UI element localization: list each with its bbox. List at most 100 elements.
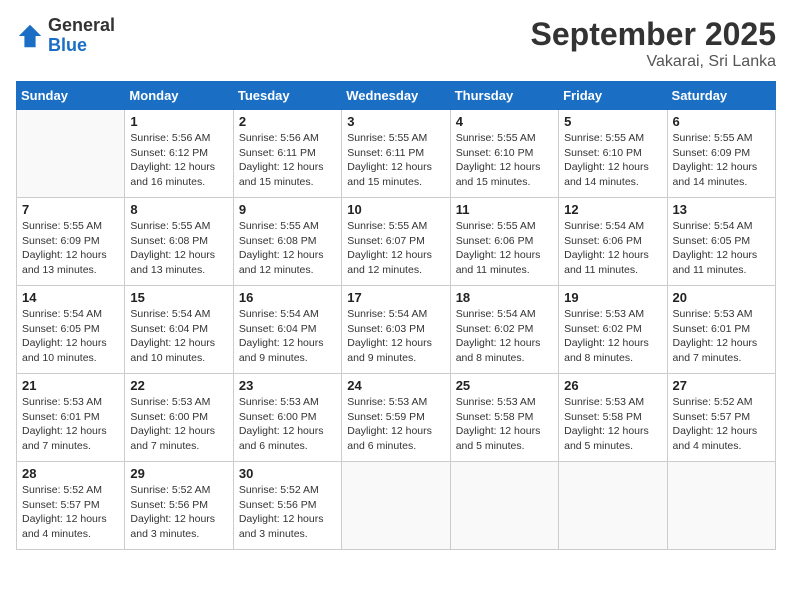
day-info: Sunrise: 5:54 AM Sunset: 6:04 PM Dayligh… — [130, 307, 227, 366]
calendar-cell: 26Sunrise: 5:53 AM Sunset: 5:58 PM Dayli… — [559, 374, 667, 462]
day-number: 21 — [22, 378, 119, 393]
calendar-cell — [17, 110, 125, 198]
calendar-cell: 27 Sunrise: 5:52 AM Sunset: 5:57 PM Dayli… — [667, 374, 775, 462]
week-row-1: 7 Sunrise: 5:55 AM Sunset: 6:09 PM Daylig… — [17, 198, 776, 286]
weekday-header-sunday: Sunday — [17, 82, 125, 110]
day-number: 13 — [673, 202, 770, 217]
day-info: Sunrise: 5:55 AM Sunset: 6:10 PM Dayligh… — [564, 131, 661, 190]
week-row-4: 28 Sunrise: 5:52 AM Sunset: 5:57 PM Dayli… — [17, 462, 776, 550]
day-info: Sunrise: 5:54 AM Sunset: 6:03 PM Dayligh… — [347, 307, 444, 366]
day-number: 11 — [456, 202, 553, 217]
title-area: September 2025 Vakarai, Sri Lanka — [531, 16, 776, 71]
logo-text: General Blue — [48, 16, 115, 56]
day-number: 7 — [22, 202, 119, 217]
calendar-cell: 11 Sunrise: 5:55 AM Sunset: 6:06 PM Dayli… — [450, 198, 558, 286]
calendar-cell: 4 Sunrise: 5:55 AM Sunset: 6:10 PM Daylig… — [450, 110, 558, 198]
day-number: 29 — [130, 466, 227, 481]
day-info: Sunrise: 5:55 AM Sunset: 6:09 PM Dayligh… — [22, 219, 119, 278]
calendar-cell: 13 Sunrise: 5:54 AM Sunset: 6:05 PM Dayli… — [667, 198, 775, 286]
day-number: 27 — [673, 378, 770, 393]
day-number: 9 — [239, 202, 336, 217]
calendar-cell: 24 Sunrise: 5:53 AM Sunset: 5:59 PM Dayli… — [342, 374, 450, 462]
calendar-cell: 2Sunrise: 5:56 AM Sunset: 6:11 PM Daylig… — [233, 110, 341, 198]
day-number: 14 — [22, 290, 119, 305]
day-info: Sunrise: 5:54 AM Sunset: 6:04 PM Dayligh… — [239, 307, 336, 366]
day-info: Sunrise: 5:52 AM Sunset: 5:56 PM Dayligh… — [239, 483, 336, 542]
calendar-cell: 30Sunrise: 5:52 AM Sunset: 5:56 PM Dayli… — [233, 462, 341, 550]
day-number: 8 — [130, 202, 227, 217]
calendar-cell: 21Sunrise: 5:53 AM Sunset: 6:01 PM Dayli… — [17, 374, 125, 462]
calendar-cell — [450, 462, 558, 550]
calendar-cell: 28 Sunrise: 5:52 AM Sunset: 5:57 PM Dayli… — [17, 462, 125, 550]
calendar-cell: 8 Sunrise: 5:55 AM Sunset: 6:08 PM Daylig… — [125, 198, 233, 286]
day-number: 16 — [239, 290, 336, 305]
header: General Blue September 2025 Vakarai, Sri… — [16, 16, 776, 71]
calendar-cell: 14 Sunrise: 5:54 AM Sunset: 6:05 PM Dayli… — [17, 286, 125, 374]
calendar-cell: 29 Sunrise: 5:52 AM Sunset: 5:56 PM Dayli… — [125, 462, 233, 550]
day-number: 5 — [564, 114, 661, 129]
location-title: Vakarai, Sri Lanka — [531, 53, 776, 71]
logo-icon — [16, 22, 44, 50]
day-number: 1 — [130, 114, 227, 129]
weekday-header-friday: Friday — [559, 82, 667, 110]
day-info: Sunrise: 5:54 AM Sunset: 6:05 PM Dayligh… — [22, 307, 119, 366]
day-info: Sunrise: 5:55 AM Sunset: 6:06 PM Dayligh… — [456, 219, 553, 278]
day-number: 24 — [347, 378, 444, 393]
day-info: Sunrise: 5:53 AM Sunset: 6:01 PM Dayligh… — [673, 307, 770, 366]
day-info: Sunrise: 5:55 AM Sunset: 6:08 PM Dayligh… — [130, 219, 227, 278]
day-info: Sunrise: 5:52 AM Sunset: 5:57 PM Dayligh… — [22, 483, 119, 542]
weekday-header-wednesday: Wednesday — [342, 82, 450, 110]
day-info: Sunrise: 5:54 AM Sunset: 6:02 PM Dayligh… — [456, 307, 553, 366]
calendar-cell: 23 Sunrise: 5:53 AM Sunset: 6:00 PM Dayli… — [233, 374, 341, 462]
day-info: Sunrise: 5:53 AM Sunset: 5:58 PM Dayligh… — [456, 395, 553, 454]
day-info: Sunrise: 5:55 AM Sunset: 6:09 PM Dayligh… — [673, 131, 770, 190]
weekday-header-row: SundayMondayTuesdayWednesdayThursdayFrid… — [17, 82, 776, 110]
day-info: Sunrise: 5:55 AM Sunset: 6:07 PM Dayligh… — [347, 219, 444, 278]
day-number: 28 — [22, 466, 119, 481]
calendar-cell: 1 Sunrise: 5:56 AM Sunset: 6:12 PM Daylig… — [125, 110, 233, 198]
calendar-cell: 20 Sunrise: 5:53 AM Sunset: 6:01 PM Dayli… — [667, 286, 775, 374]
day-info: Sunrise: 5:53 AM Sunset: 6:00 PM Dayligh… — [239, 395, 336, 454]
calendar-cell: 19 Sunrise: 5:53 AM Sunset: 6:02 PM Dayli… — [559, 286, 667, 374]
day-info: Sunrise: 5:53 AM Sunset: 6:02 PM Dayligh… — [564, 307, 661, 366]
week-row-3: 21Sunrise: 5:53 AM Sunset: 6:01 PM Dayli… — [17, 374, 776, 462]
calendar-cell: 12 Sunrise: 5:54 AM Sunset: 6:06 PM Dayli… — [559, 198, 667, 286]
calendar-cell — [342, 462, 450, 550]
day-number: 25 — [456, 378, 553, 393]
day-number: 23 — [239, 378, 336, 393]
week-row-0: 1 Sunrise: 5:56 AM Sunset: 6:12 PM Daylig… — [17, 110, 776, 198]
day-number: 15 — [130, 290, 227, 305]
day-info: Sunrise: 5:55 AM Sunset: 6:10 PM Dayligh… — [456, 131, 553, 190]
calendar-cell: 10Sunrise: 5:55 AM Sunset: 6:07 PM Dayli… — [342, 198, 450, 286]
day-number: 17 — [347, 290, 444, 305]
weekday-header-thursday: Thursday — [450, 82, 558, 110]
day-number: 22 — [130, 378, 227, 393]
logo: General Blue — [16, 16, 115, 56]
calendar-cell: 3 Sunrise: 5:55 AM Sunset: 6:11 PM Daylig… — [342, 110, 450, 198]
day-number: 3 — [347, 114, 444, 129]
calendar-cell: 25 Sunrise: 5:53 AM Sunset: 5:58 PM Dayli… — [450, 374, 558, 462]
calendar-cell: 5 Sunrise: 5:55 AM Sunset: 6:10 PM Daylig… — [559, 110, 667, 198]
weekday-header-saturday: Saturday — [667, 82, 775, 110]
weekday-header-tuesday: Tuesday — [233, 82, 341, 110]
day-number: 12 — [564, 202, 661, 217]
day-number: 20 — [673, 290, 770, 305]
day-info: Sunrise: 5:52 AM Sunset: 5:57 PM Dayligh… — [673, 395, 770, 454]
day-number: 19 — [564, 290, 661, 305]
calendar-cell: 22Sunrise: 5:53 AM Sunset: 6:00 PM Dayli… — [125, 374, 233, 462]
day-number: 6 — [673, 114, 770, 129]
day-info: Sunrise: 5:54 AM Sunset: 6:06 PM Dayligh… — [564, 219, 661, 278]
month-title: September 2025 — [531, 16, 776, 53]
day-info: Sunrise: 5:56 AM Sunset: 6:12 PM Dayligh… — [130, 131, 227, 190]
calendar-cell — [667, 462, 775, 550]
calendar-cell: 15 Sunrise: 5:54 AM Sunset: 6:04 PM Dayli… — [125, 286, 233, 374]
day-number: 4 — [456, 114, 553, 129]
day-info: Sunrise: 5:55 AM Sunset: 6:11 PM Dayligh… — [347, 131, 444, 190]
calendar-cell: 17 Sunrise: 5:54 AM Sunset: 6:03 PM Dayli… — [342, 286, 450, 374]
day-number: 2 — [239, 114, 336, 129]
day-info: Sunrise: 5:52 AM Sunset: 5:56 PM Dayligh… — [130, 483, 227, 542]
day-info: Sunrise: 5:54 AM Sunset: 6:05 PM Dayligh… — [673, 219, 770, 278]
day-info: Sunrise: 5:53 AM Sunset: 5:59 PM Dayligh… — [347, 395, 444, 454]
calendar: SundayMondayTuesdayWednesdayThursdayFrid… — [16, 81, 776, 550]
day-info: Sunrise: 5:53 AM Sunset: 5:58 PM Dayligh… — [564, 395, 661, 454]
